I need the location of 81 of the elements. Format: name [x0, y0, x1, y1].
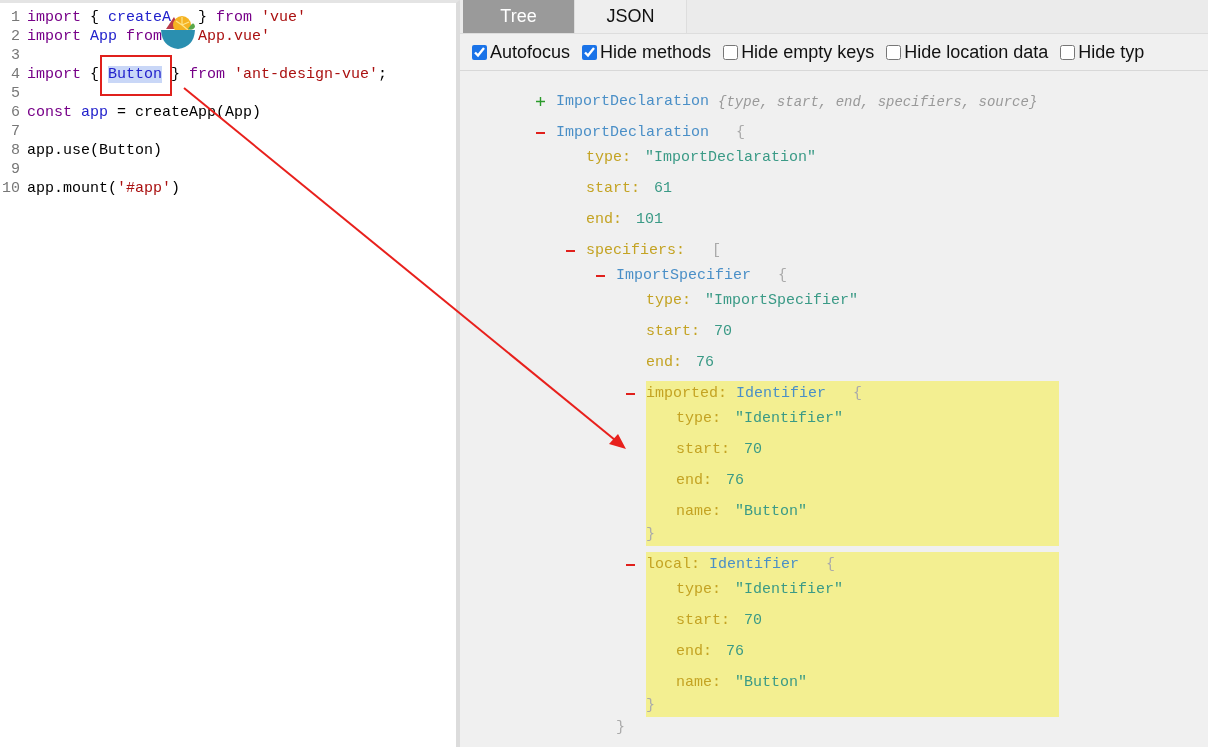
code-text: import {	[27, 65, 101, 84]
option-label: Autofocus	[490, 41, 571, 63]
line-number: 1	[10, 8, 21, 27]
line-number: 3	[10, 46, 21, 65]
node-type[interactable]: ImportDeclaration	[556, 124, 710, 141]
line-number: 4	[10, 65, 21, 84]
property-key: name:	[676, 503, 721, 520]
line-number: 5	[10, 84, 21, 103]
property-key: type:	[676, 410, 721, 427]
checkbox[interactable]	[1060, 44, 1076, 60]
code-text: import App from	[27, 27, 164, 46]
collapse-icon[interactable]	[596, 274, 605, 277]
option-label: Hide empty keys	[741, 41, 875, 63]
checkbox[interactable]	[582, 44, 598, 60]
property-value: "Button"	[735, 674, 808, 691]
property-key: type:	[676, 581, 721, 598]
checkbox[interactable]	[472, 44, 487, 60]
open-bracket: {	[853, 385, 863, 402]
code-text: app.use(Button)	[27, 141, 163, 160]
property-key: end:	[676, 643, 712, 660]
code-text: App.vue'	[198, 27, 271, 46]
option-label: Hide location data	[904, 41, 1049, 63]
property-key: specifiers:	[586, 242, 686, 259]
code-text: import { createA	[27, 8, 172, 27]
code-text: } from 'ant-design-vue';	[170, 65, 388, 84]
property-value: "Identifier"	[735, 581, 844, 598]
property-value: "Identifier"	[735, 410, 844, 427]
tab[interactable]: Tree	[463, 0, 575, 33]
open-bracket: {	[778, 267, 788, 284]
option-label: Hide methods	[600, 41, 712, 63]
node-type[interactable]: Identifier	[709, 556, 800, 573]
property-value: "ImportDeclaration"	[645, 149, 817, 166]
open-bracket: {	[736, 124, 746, 141]
property-key: start:	[676, 612, 730, 629]
line-number: 10	[1, 179, 21, 198]
code-text: } from 'vue'	[198, 8, 307, 27]
property-value: "Button"	[735, 503, 808, 520]
property-value: 76	[726, 643, 745, 660]
property-key: end:	[676, 472, 712, 489]
property-value: 76	[726, 472, 745, 489]
node-type[interactable]: ImportDeclaration	[556, 93, 710, 110]
property-key: start:	[646, 323, 700, 340]
property-key: imported:	[646, 385, 727, 402]
property-value: 76	[696, 354, 715, 371]
property-key: type:	[586, 149, 631, 166]
close-bracket: }	[616, 719, 625, 736]
expand-icon[interactable]	[536, 97, 545, 106]
line-number: 9	[10, 160, 21, 179]
node-summary: {type, start, end, specifiers, source}	[718, 93, 1038, 110]
line-number: 2	[10, 27, 21, 46]
line-number: 8	[10, 141, 21, 160]
collapse-icon[interactable]	[536, 131, 545, 134]
property-value: 101	[636, 211, 664, 228]
property-key: name:	[676, 674, 721, 691]
property-key: type:	[646, 292, 691, 309]
property-key: end:	[586, 211, 622, 228]
open-bracket: [	[712, 242, 722, 259]
code-text: app.mount('#app')	[27, 179, 181, 198]
checkbox[interactable]	[723, 44, 739, 60]
node-type[interactable]: Identifier	[736, 385, 827, 402]
property-value: 70	[744, 612, 763, 629]
collapse-icon[interactable]	[626, 392, 635, 395]
property-value: 70	[714, 323, 733, 340]
selected-text: Button	[108, 66, 163, 83]
open-bracket: {	[826, 556, 836, 573]
collapse-icon[interactable]	[626, 563, 635, 566]
close-bracket: }	[646, 526, 655, 543]
property-value: 70	[744, 441, 763, 458]
line-number: 6	[10, 103, 21, 122]
collapse-icon[interactable]	[566, 249, 575, 252]
checkbox[interactable]	[886, 44, 902, 60]
option-label: Hide typ	[1078, 41, 1145, 63]
property-key: end:	[646, 354, 682, 371]
property-key: start:	[586, 180, 640, 197]
property-key: local:	[646, 556, 700, 573]
line-number: 7	[10, 122, 21, 141]
close-bracket: }	[646, 697, 655, 714]
property-value: 61	[654, 180, 673, 197]
node-type[interactable]: ImportSpecifier	[616, 267, 752, 284]
property-key: start:	[676, 441, 730, 458]
property-value: "ImportSpecifier"	[705, 292, 859, 309]
